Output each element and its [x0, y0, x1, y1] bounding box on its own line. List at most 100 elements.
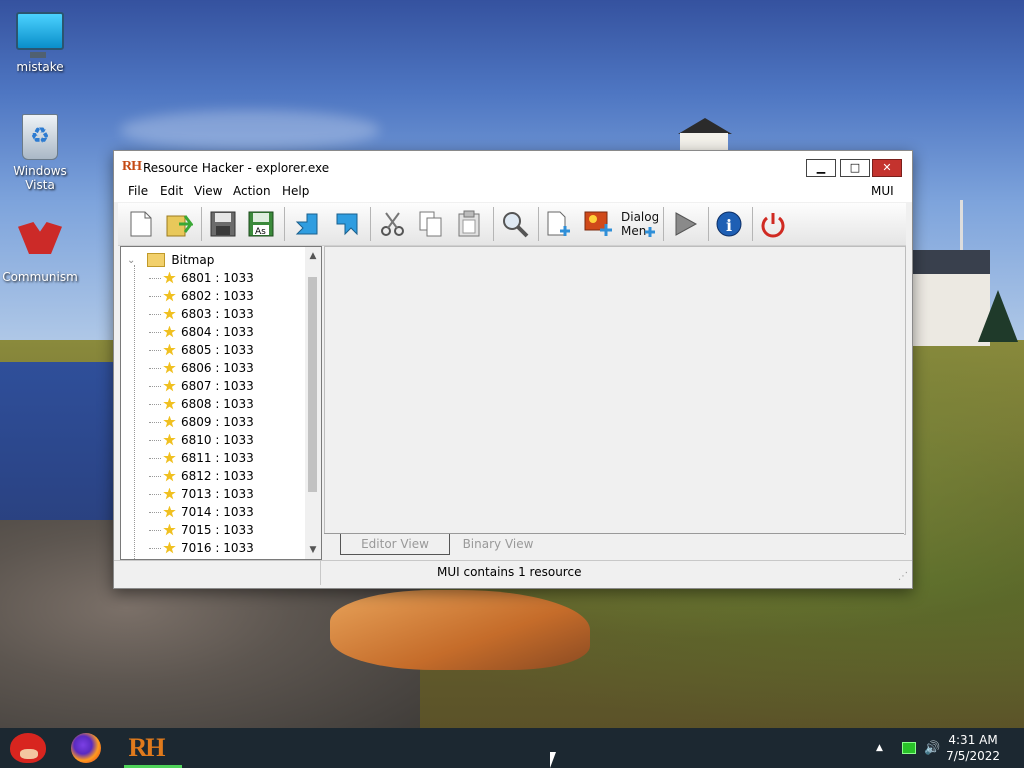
desktop-icon-label: mistake	[16, 60, 64, 74]
resource-tree[interactable]: ⌄ Bitmap 6801 : 1033 6802 : 1033 6803 : …	[120, 246, 322, 560]
app-logo: RH	[122, 159, 142, 174]
tab-editor-view[interactable]: Editor View	[340, 534, 450, 555]
close-button[interactable]: ✕	[872, 159, 902, 177]
star-icon	[163, 307, 176, 320]
menu-help[interactable]: Help	[282, 184, 309, 198]
star-icon	[163, 325, 176, 338]
tree-item[interactable]: 6810 : 1033	[149, 431, 254, 449]
maximize-button[interactable]: □	[840, 159, 870, 177]
star-icon	[163, 487, 176, 500]
star-icon	[163, 523, 176, 536]
open-file-icon[interactable]	[162, 207, 196, 241]
toolbar-separator	[538, 207, 539, 241]
house-roof	[910, 250, 990, 274]
forward-arrow-icon[interactable]	[330, 207, 364, 241]
save-as-icon[interactable]: As	[244, 207, 278, 241]
tree-item[interactable]: 6802 : 1033	[149, 287, 254, 305]
volume-icon[interactable]: 🔊	[924, 728, 940, 768]
star-icon	[163, 343, 176, 356]
star-icon	[163, 541, 176, 554]
lighthouse-roof	[678, 118, 732, 134]
scroll-up-icon[interactable]: ▲	[305, 249, 321, 263]
editor-panel[interactable]	[324, 246, 906, 535]
view-tabs: Editor View Binary View	[324, 533, 904, 558]
tree-item[interactable]: 7015 : 1033	[149, 521, 254, 539]
desktop-icon-label: Communism	[2, 270, 78, 284]
menu-view[interactable]: View	[194, 184, 222, 198]
desktop-icon-mistake[interactable]: mistake	[0, 12, 80, 74]
tab-binary-view[interactable]: Binary View	[458, 534, 538, 554]
tree-item[interactable]: 6801 : 1033	[149, 269, 254, 287]
tree-scrollbar[interactable]: ▲ ▼	[305, 247, 321, 559]
resize-grip-icon[interactable]: ⋰	[898, 571, 908, 582]
tree-guide-line	[134, 265, 136, 559]
minimize-button[interactable]: ▁	[806, 159, 836, 177]
status-separator	[320, 561, 321, 585]
menu-edit[interactable]: Edit	[160, 184, 183, 198]
svg-text:As: As	[255, 227, 266, 237]
clock-time: 4:31 AM	[948, 733, 998, 747]
tray-overflow-chevron-icon[interactable]: ▲	[876, 728, 883, 768]
folder-icon	[147, 253, 166, 267]
tree-item[interactable]: 7014 : 1033	[149, 503, 254, 521]
angry-birds-icon[interactable]	[6, 728, 50, 768]
back-arrow-icon[interactable]	[290, 207, 324, 241]
add-resource-icon[interactable]	[542, 207, 576, 241]
svg-text:Men: Men	[621, 224, 646, 238]
window-title: Resource Hacker - explorer.exe	[143, 161, 330, 175]
tree-item[interactable]: 6805 : 1033	[149, 341, 254, 359]
tree-item[interactable]: 7013 : 1033	[149, 485, 254, 503]
cut-icon[interactable]	[376, 207, 410, 241]
scroll-thumb[interactable]	[308, 277, 317, 492]
toolbar: As Dialog Men i	[118, 203, 906, 246]
star-icon	[163, 397, 176, 410]
new-file-icon[interactable]	[124, 207, 158, 241]
tree-item[interactable]: 7016 : 1033	[149, 539, 254, 557]
menu-bar: File Edit View Action Help MUI	[114, 182, 912, 202]
star-icon	[163, 271, 176, 284]
system-clock[interactable]: 4:31 AM 7/5/2022	[946, 732, 1000, 764]
dialog-menu-icon[interactable]: Dialog Men	[620, 207, 658, 241]
copy-icon[interactable]	[414, 207, 448, 241]
add-image-icon[interactable]	[582, 207, 616, 241]
network-icon[interactable]	[902, 728, 916, 768]
paste-icon[interactable]	[452, 207, 486, 241]
tree-root-bitmap[interactable]: ⌄ Bitmap	[127, 251, 214, 269]
star-icon	[163, 469, 176, 482]
monitor-icon	[16, 12, 64, 58]
desktop-icon-communism[interactable]: Communism	[0, 222, 80, 284]
resource-hacker-window: RH Resource Hacker - explorer.exe ▁ □ ✕ …	[113, 150, 913, 589]
toolbar-separator	[493, 207, 494, 241]
tree-item[interactable]: 6812 : 1033	[149, 467, 254, 485]
status-bar: MUI contains 1 resource ⋰	[114, 560, 912, 585]
menu-mui[interactable]: MUI	[871, 184, 894, 198]
power-icon[interactable]	[756, 207, 790, 241]
title-bar[interactable]: RH Resource Hacker - explorer.exe ▁ □ ✕	[114, 151, 912, 182]
tree-item[interactable]: 6807 : 1033	[149, 377, 254, 395]
tree-item[interactable]: 6808 : 1033	[149, 395, 254, 413]
scroll-down-icon[interactable]: ▼	[305, 543, 321, 557]
save-icon[interactable]	[206, 207, 240, 241]
tree-item[interactable]: 6806 : 1033	[149, 359, 254, 377]
toolbar-separator	[752, 207, 753, 241]
toolbar-separator	[370, 207, 371, 241]
wallpaper-orange-rock	[330, 590, 590, 670]
tree-root-label: Bitmap	[171, 253, 215, 267]
firefox-icon[interactable]	[64, 728, 108, 768]
menu-file[interactable]: File	[128, 184, 148, 198]
search-icon[interactable]	[498, 207, 532, 241]
toolbar-separator	[663, 207, 664, 241]
tree-item[interactable]: 6804 : 1033	[149, 323, 254, 341]
info-icon[interactable]: i	[712, 207, 746, 241]
star-icon	[163, 433, 176, 446]
tree-item[interactable]: 6811 : 1033	[149, 449, 254, 467]
tree-item[interactable]: 6803 : 1033	[149, 305, 254, 323]
play-icon[interactable]	[668, 207, 702, 241]
menu-action[interactable]: Action	[233, 184, 271, 198]
tree-item[interactable]: 6809 : 1033	[149, 413, 254, 431]
resource-hacker-icon[interactable]: RH	[124, 728, 182, 768]
collapse-chevron-icon[interactable]: ⌄	[127, 255, 135, 266]
desktop-icon-windows-vista[interactable]: ♻ Windows Vista	[0, 114, 80, 192]
status-text: MUI contains 1 resource	[437, 565, 582, 579]
star-icon	[163, 289, 176, 302]
